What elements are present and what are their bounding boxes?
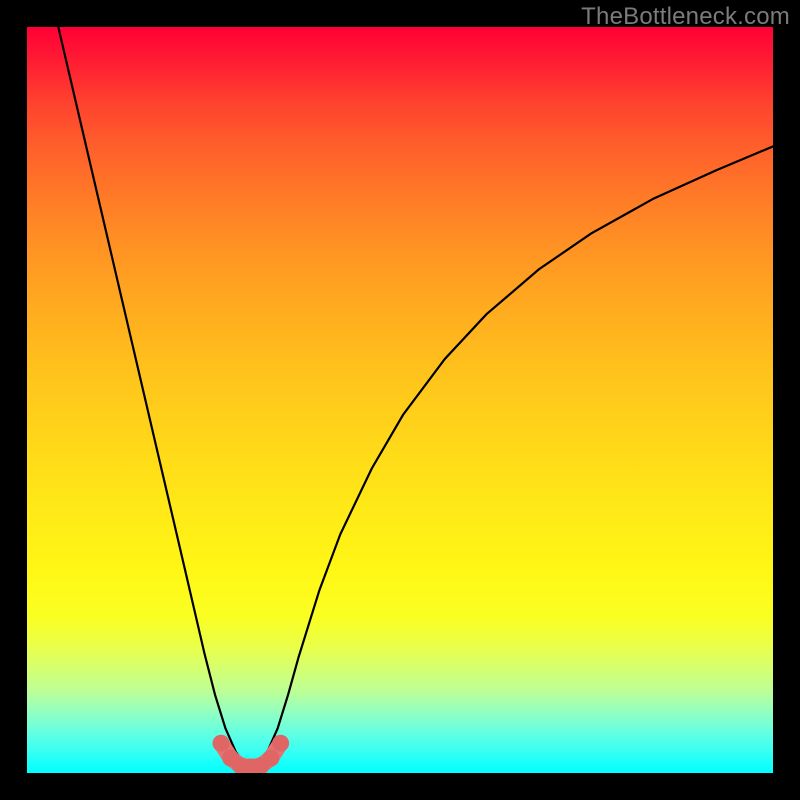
- curve-layer: [27, 27, 773, 773]
- watermark-text: TheBottleneck.com: [581, 3, 790, 31]
- bottleneck-chart: TheBottleneck.com: [0, 0, 800, 800]
- bottleneck-curve-path: [58, 27, 773, 766]
- plot-area: [27, 27, 773, 773]
- min-marker-dot: [272, 735, 289, 752]
- min-marker-dot: [213, 735, 230, 752]
- min-marker-dot: [262, 750, 279, 767]
- curve-min-markers: [213, 735, 290, 773]
